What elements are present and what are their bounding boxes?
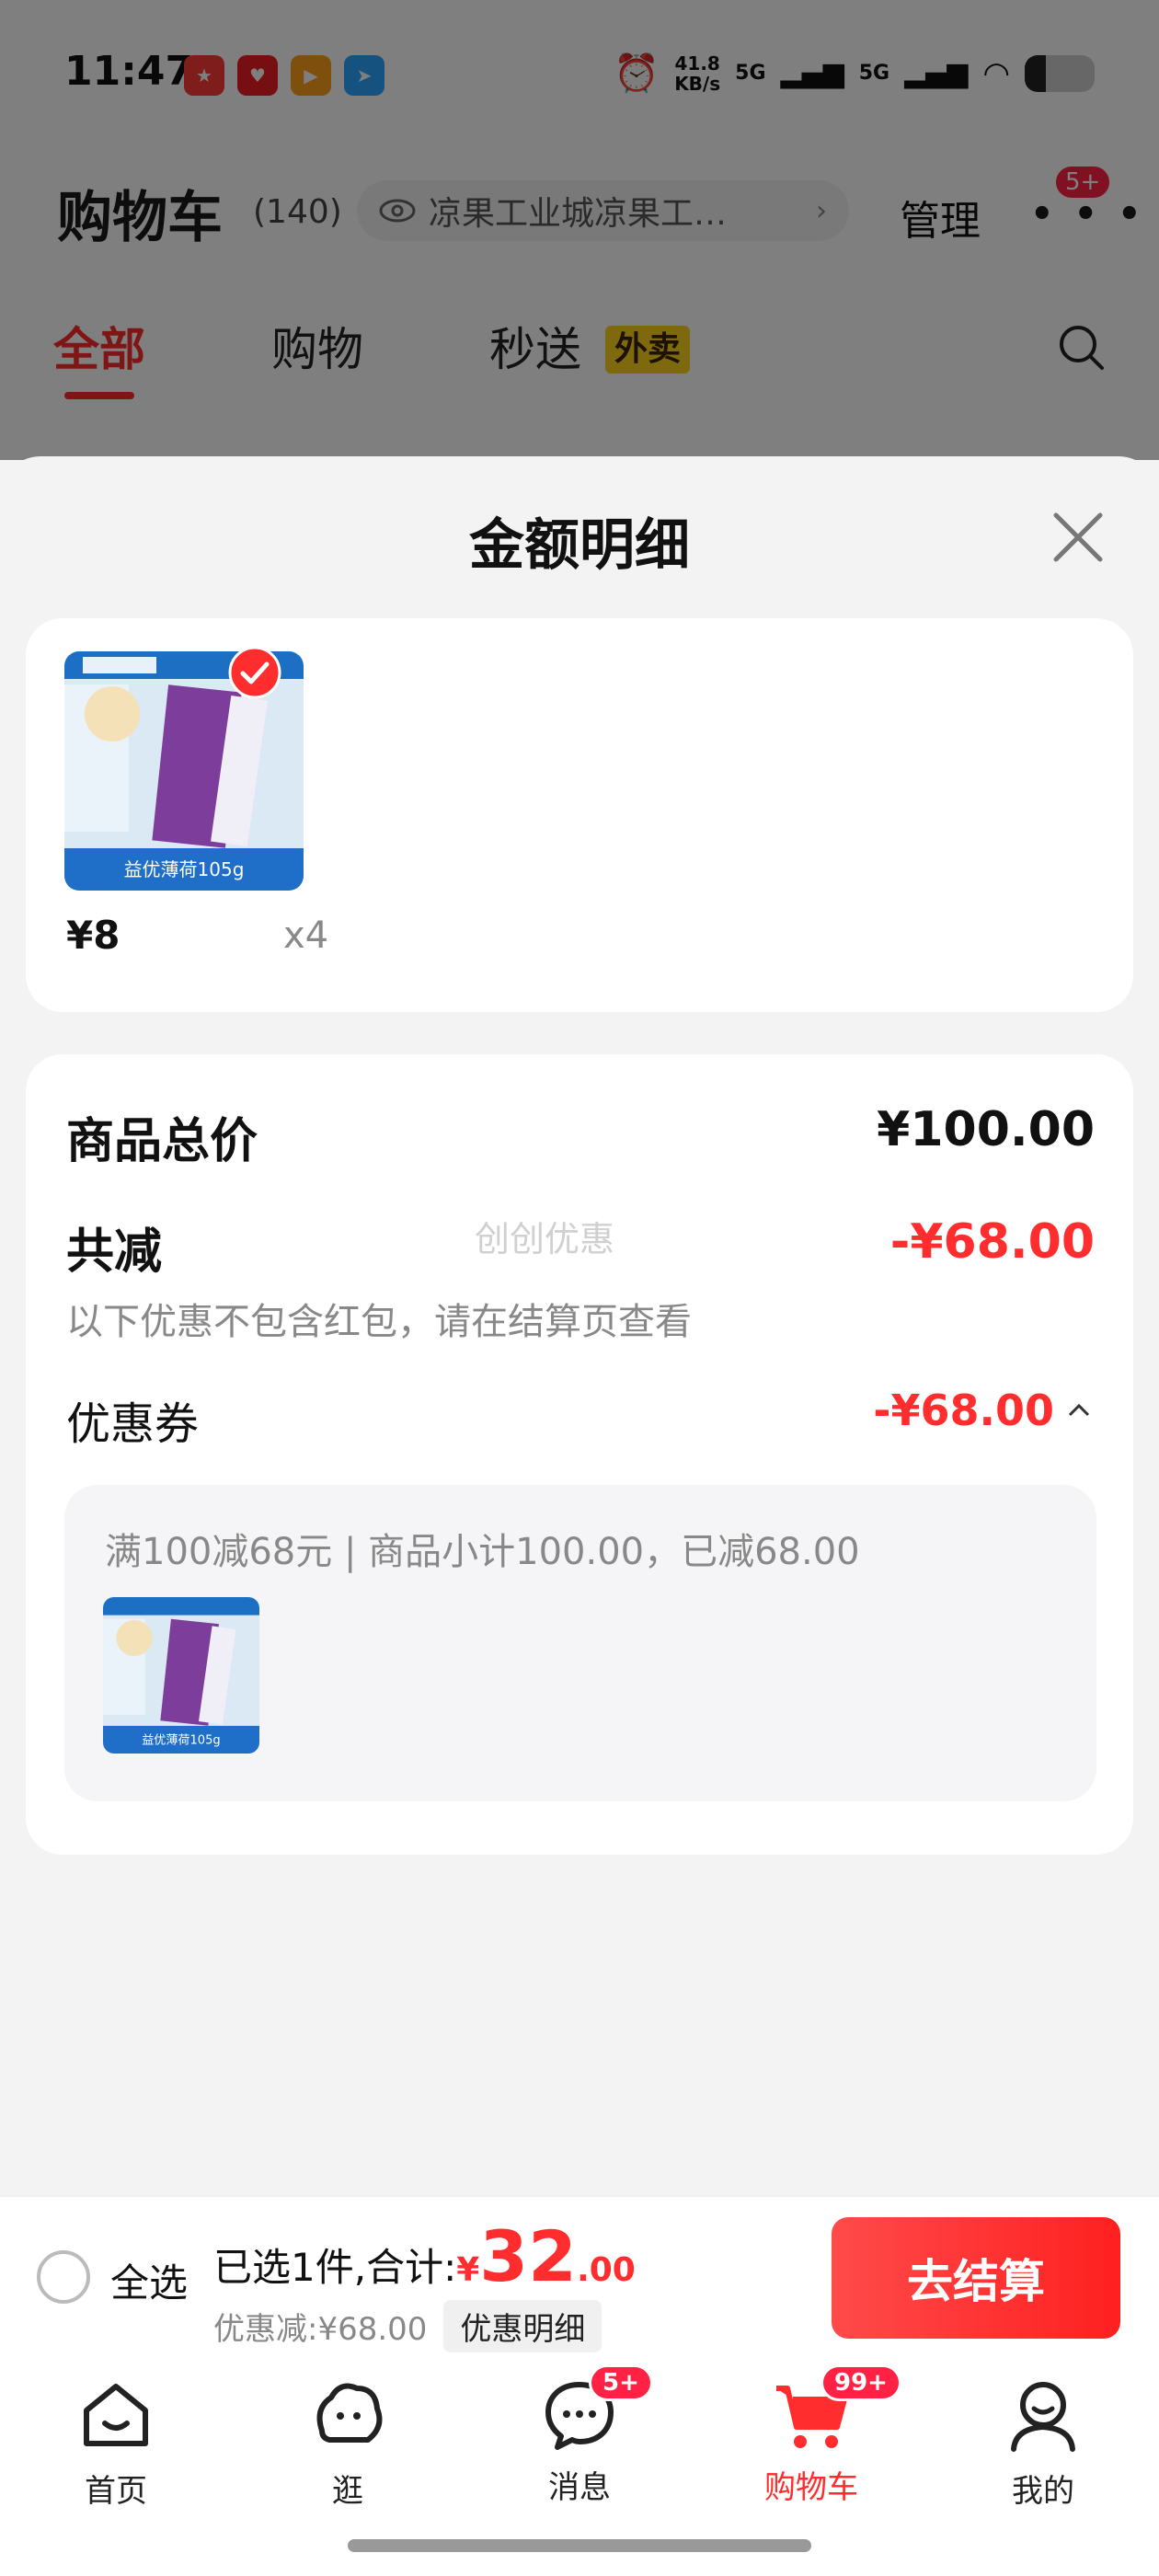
price-breakdown-card: 商品总价 ¥100.00 共减 创创优惠 -¥68.00 以下优惠不包含红包，请… bbox=[26, 1054, 1133, 1855]
checkout-bar: 全选 已选1件,合计: ¥ 32 .00 优惠减:¥68.00 优惠明细 去结算 bbox=[0, 2195, 1159, 2357]
selected-summary: 已选1件,合计: ¥ 32 .00 bbox=[213, 2215, 636, 2297]
product-price: ¥8 bbox=[66, 913, 120, 958]
nav-label: 首页 bbox=[85, 2473, 147, 2510]
total-amount-int: 32 bbox=[479, 2215, 578, 2297]
nav-item-profile[interactable]: 我的 bbox=[951, 2375, 1135, 2511]
total-price-label: 商品总价 bbox=[66, 1114, 258, 1169]
total-reduction-value: -¥68.00 bbox=[889, 1214, 1095, 1270]
nav-label: 逛 bbox=[332, 2473, 363, 2510]
sheet-title: 金额明细 bbox=[469, 513, 690, 578]
amount-detail-sheet: 金额明细 益优薄荷105g ¥8 x4 商品总价 ¥100.00 共减 创创优惠… bbox=[0, 456, 1159, 2195]
summary-prefix: 已选1件,合计: bbox=[213, 2245, 457, 2290]
checked-icon[interactable] bbox=[228, 646, 281, 699]
coupon-toggle[interactable]: -¥68.00 bbox=[873, 1386, 1091, 1435]
reduction-note: 以下优惠不包含红包，请在结算页查看 bbox=[66, 1301, 692, 1343]
product-thumb-caption: 益优薄荷105g bbox=[124, 858, 245, 880]
select-all-radio[interactable] bbox=[37, 2250, 90, 2304]
nav-label: 消息 bbox=[548, 2469, 611, 2506]
watermark: 创创优惠 bbox=[475, 1219, 615, 1259]
nav-item-messages[interactable]: 5+ 消息 bbox=[488, 2364, 671, 2507]
coupon-thumb-caption: 益优薄荷105g bbox=[142, 1734, 220, 1748]
nav-item-cart[interactable]: 99+ 购物车 bbox=[719, 2364, 903, 2507]
total-price-value: ¥100.00 bbox=[877, 1102, 1095, 1157]
coupon-value: -¥68.00 bbox=[873, 1386, 1054, 1435]
selected-product-card: 益优薄荷105g ¥8 x4 bbox=[26, 618, 1133, 1012]
browse-icon bbox=[316, 2383, 383, 2443]
chevron-up-icon bbox=[1068, 1403, 1090, 1417]
coupon-label: 优惠券 bbox=[66, 1398, 200, 1450]
profile-icon bbox=[1011, 2382, 1075, 2452]
nav-label: 我的 bbox=[1012, 2473, 1074, 2510]
product-quantity: x4 bbox=[283, 914, 329, 957]
select-all-label[interactable]: 全选 bbox=[110, 2252, 188, 2308]
nav-label: 购物车 bbox=[764, 2469, 858, 2506]
cart-badge: 99+ bbox=[820, 2364, 901, 2401]
coupon-description: 满100减68元 | 商品小计100.00，已减68.00 bbox=[105, 1531, 860, 1573]
message-badge: 5+ bbox=[589, 2364, 653, 2401]
nav-item-browse[interactable]: 逛 bbox=[256, 2375, 440, 2511]
total-reduction-label: 共减 bbox=[66, 1225, 163, 1280]
home-indicator[interactable] bbox=[348, 2539, 811, 2552]
discount-summary: 优惠减:¥68.00 优惠明细 bbox=[213, 2300, 602, 2352]
discount-text: 优惠减:¥68.00 bbox=[213, 2311, 428, 2348]
currency-symbol: ¥ bbox=[456, 2251, 480, 2289]
total-amount-dec: .00 bbox=[577, 2251, 636, 2289]
coupon-product-image[interactable]: 益优薄荷105g bbox=[103, 1597, 259, 1754]
home-icon bbox=[84, 2384, 148, 2446]
nav-item-home[interactable]: 首页 bbox=[24, 2375, 208, 2511]
discount-detail-button[interactable]: 优惠明细 bbox=[443, 2300, 602, 2352]
checkout-button[interactable]: 去结算 bbox=[832, 2217, 1120, 2339]
modal-overlay[interactable] bbox=[0, 0, 1159, 460]
close-icon[interactable] bbox=[1049, 508, 1107, 567]
coupon-detail-box: 满100减68元 | 商品小计100.00，已减68.00 益优薄荷105g bbox=[64, 1485, 1096, 1801]
